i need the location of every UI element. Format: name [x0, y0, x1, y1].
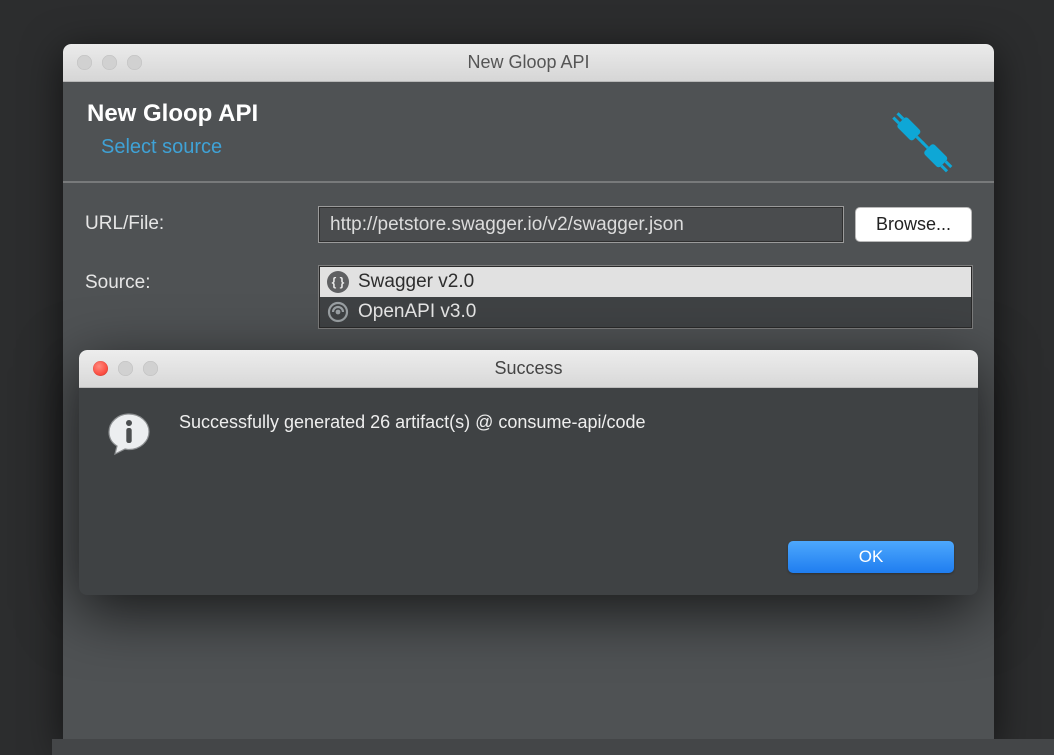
wizard-header-title: New Gloop API	[87, 100, 970, 128]
source-item-swagger[interactable]: { } Swagger v2.0	[320, 267, 971, 297]
source-item-label: Swagger v2.0	[358, 271, 474, 293]
source-item-openapi[interactable]: OpenAPI v3.0	[320, 297, 971, 327]
success-dialog: Success Successfully generated 26 artifa…	[79, 350, 978, 595]
wizard-window-title: New Gloop API	[63, 52, 994, 73]
info-icon	[105, 410, 153, 463]
source-item-label: OpenAPI v3.0	[358, 301, 476, 323]
swagger-icon: { }	[326, 270, 350, 294]
wizard-subtitle: Select source	[101, 136, 970, 159]
dialog-title: Success	[79, 358, 978, 379]
source-row: Source: { } Swagger v2.0	[85, 266, 972, 328]
openapi-icon	[326, 300, 350, 324]
wizard-titlebar: New Gloop API	[63, 44, 994, 82]
source-list[interactable]: { } Swagger v2.0 OpenAPI v3.0	[319, 266, 972, 328]
url-file-label: URL/File:	[85, 207, 319, 235]
url-file-input[interactable]	[319, 207, 843, 242]
source-label: Source:	[85, 266, 319, 294]
wizard-header: New Gloop API Select source	[63, 82, 994, 183]
dialog-footer: OK	[79, 531, 978, 595]
wizard-body: URL/File: Browse... Source: { } Swagger …	[63, 183, 994, 376]
dialog-titlebar: Success	[79, 350, 978, 388]
url-file-row: URL/File: Browse...	[85, 207, 972, 242]
bottom-strip	[52, 739, 1054, 755]
dialog-message: Successfully generated 26 artifact(s) @ …	[179, 410, 646, 463]
browse-button[interactable]: Browse...	[855, 207, 972, 242]
dialog-body: Successfully generated 26 artifact(s) @ …	[79, 388, 978, 471]
api-plug-icon	[882, 112, 964, 179]
ok-button[interactable]: OK	[788, 541, 954, 573]
